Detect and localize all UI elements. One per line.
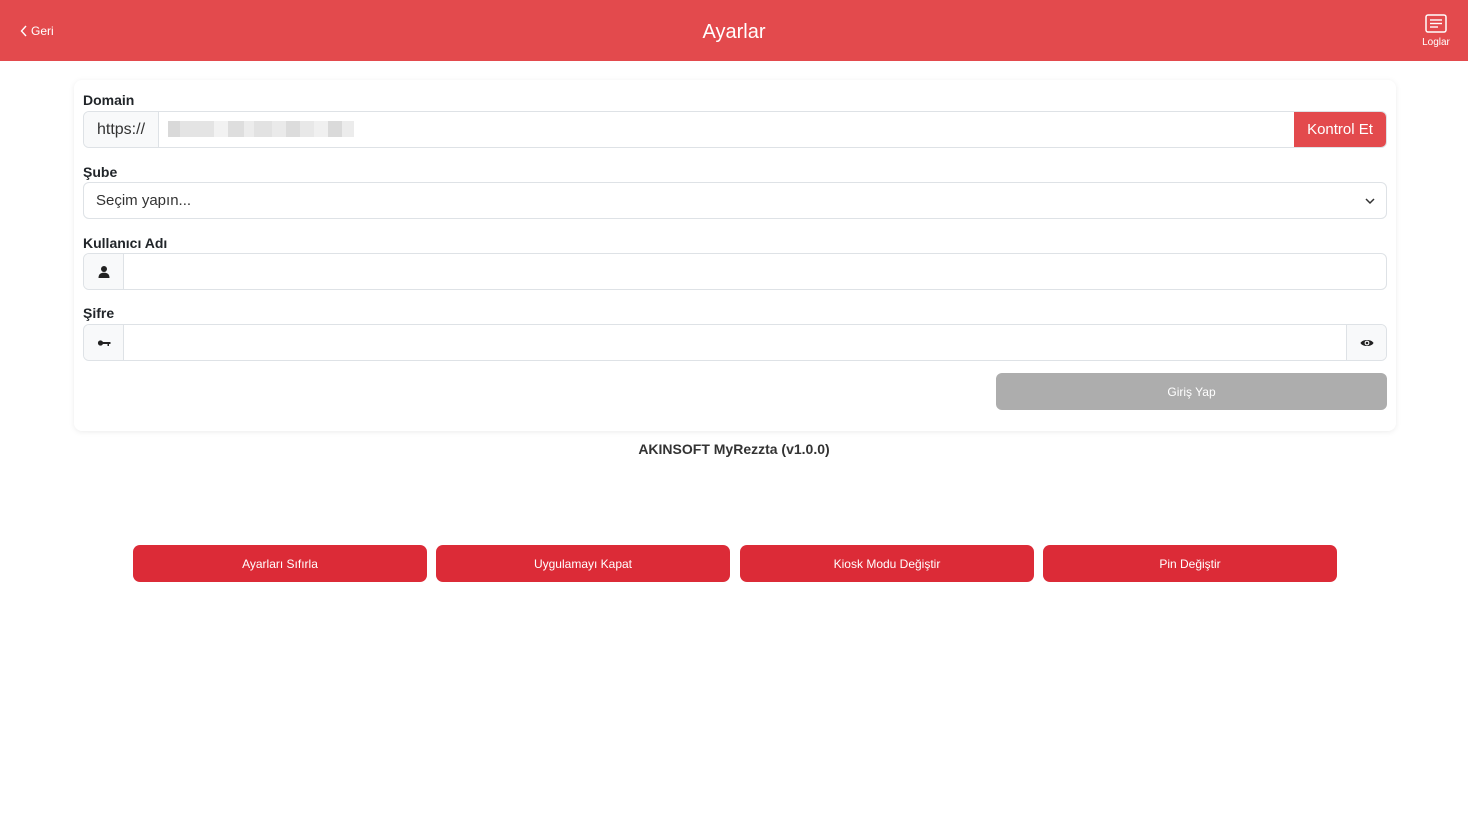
close-app-button[interactable]: Uygulamayı Kapat (436, 545, 730, 582)
kiosk-mode-button[interactable]: Kiosk Modu Değiştir (740, 545, 1034, 582)
password-input[interactable] (124, 325, 1346, 360)
username-label: Kullanıcı Adı (83, 235, 168, 251)
logs-label: Loglar (1422, 37, 1450, 48)
key-icon (97, 339, 110, 346)
username-input-group (83, 253, 1387, 290)
password-input-group (83, 324, 1387, 361)
branch-select[interactable]: Seçim yapın... (83, 182, 1387, 219)
change-pin-button[interactable]: Pin Değiştir (1043, 545, 1337, 582)
app-header: Geri Ayarlar Loglar (0, 0, 1468, 61)
page-title: Ayarlar (702, 21, 766, 43)
redacted-domain (168, 121, 392, 137)
username-input[interactable] (124, 254, 1386, 289)
domain-input-group: https:// Kontrol Et (83, 111, 1387, 148)
password-label: Şifre (83, 305, 115, 321)
branch-select-value: Seçim yapın... (96, 192, 192, 209)
reset-settings-button[interactable]: Ayarları Sıfırla (133, 545, 427, 582)
eye-icon (1360, 339, 1373, 346)
list-icon (1425, 14, 1447, 33)
domain-prefix: https:// (84, 112, 159, 147)
domain-label: Domain (83, 92, 135, 108)
version-text: AKINSOFT MyRezzta (v1.0.0) (638, 441, 830, 457)
chevron-down-icon (1365, 198, 1375, 205)
username-addon (84, 254, 124, 289)
check-domain-button[interactable]: Kontrol Et (1294, 112, 1386, 147)
login-button[interactable]: Giriş Yap (996, 373, 1387, 410)
branch-label: Şube (83, 164, 118, 180)
user-icon (98, 265, 109, 278)
settings-card: Domain https:// Kontrol Et Şube Seçim ya… (74, 80, 1396, 431)
logs-button[interactable]: Loglar (1420, 14, 1452, 48)
toggle-password-button[interactable] (1346, 325, 1386, 360)
password-addon (84, 325, 124, 360)
